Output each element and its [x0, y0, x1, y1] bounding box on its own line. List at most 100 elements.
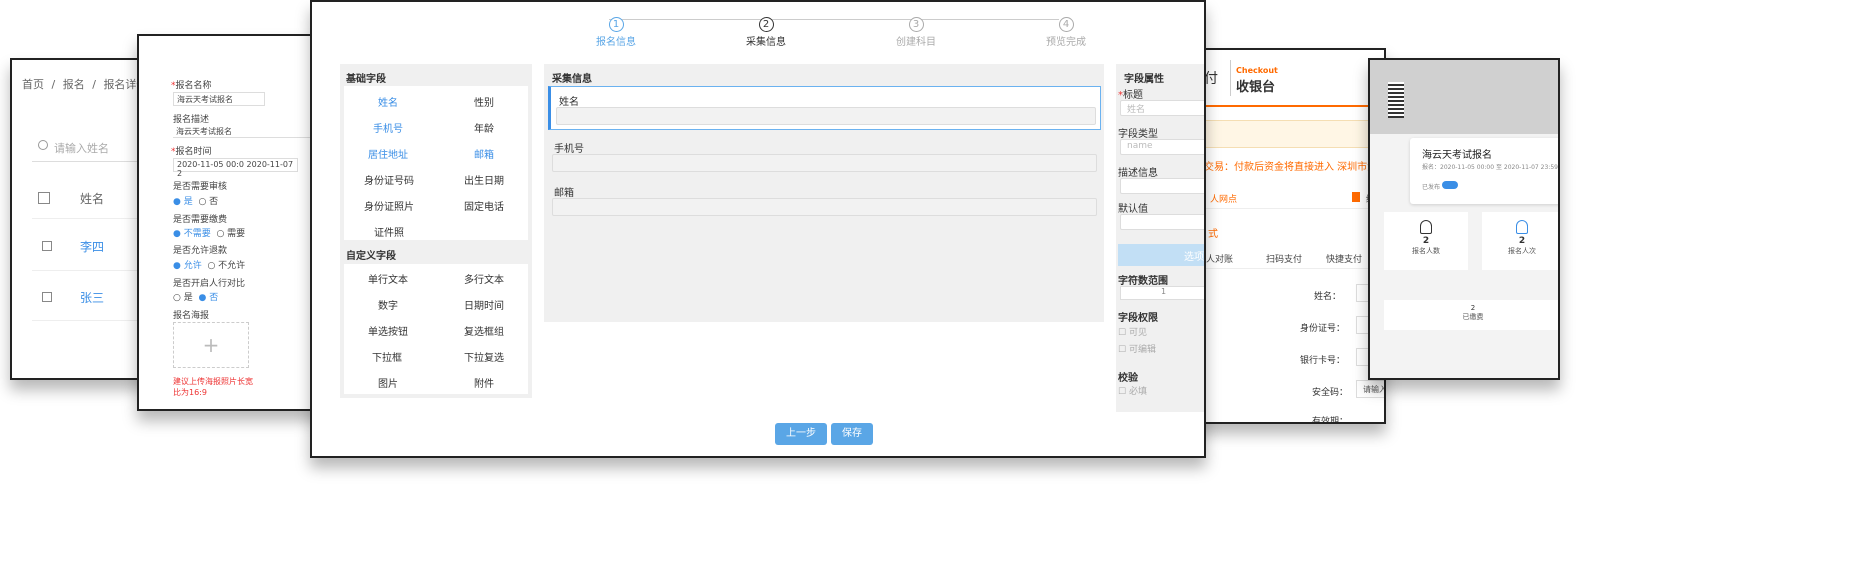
- stat-row-label: 已缴费: [1462, 313, 1484, 321]
- row-checkbox[interactable]: [42, 241, 52, 251]
- field-item[interactable]: 证件照: [374, 224, 404, 239]
- cashier-title: 收银台: [1236, 80, 1276, 95]
- event-time: 报名：2020-11-05 00:00 至 2020-11-07 23:59:5…: [1422, 164, 1560, 171]
- review-radio-group[interactable]: ● 是 ○ 否: [173, 194, 218, 207]
- poster-upload[interactable]: +: [173, 322, 249, 368]
- pay-title-partial: 付: [1204, 71, 1218, 87]
- field-item[interactable]: 身份证照片: [364, 198, 414, 213]
- stat-times-label: 报名人次: [1508, 247, 1536, 255]
- step-2[interactable]: 2 采集信息: [726, 12, 806, 48]
- step-3-label: 创建科目: [896, 37, 936, 48]
- compare-radio-group[interactable]: ○ 是 ● 否: [173, 290, 218, 303]
- search-placeholder: 请输入姓名: [54, 142, 109, 155]
- tab-quick-pay[interactable]: 快捷支付: [1326, 252, 1362, 265]
- doc-icon: [1352, 192, 1360, 202]
- pay-method-title: 式: [1208, 229, 1218, 240]
- stat-signups-value: 2: [1422, 236, 1430, 246]
- field-item[interactable]: 年龄: [474, 120, 494, 135]
- event-card[interactable]: 海云天考试报名 报名：2020-11-05 00:00 至 2020-11-07…: [1410, 138, 1560, 204]
- field-properties: 字段属性 *标题 姓名 字段类型 name 描述信息 默认值 选项 字符数范围 …: [1116, 64, 1204, 412]
- checkout-label: Checkout: [1236, 66, 1278, 75]
- card-cashier: 付 Checkout 收银台 交易：付款后资金将直接进入 深圳市金融 人网点 缴…: [1188, 48, 1386, 424]
- poster-hint: 建议上传海报照片长宽比为16:9: [173, 377, 253, 397]
- compare-label: 是否开启人行对比: [173, 279, 246, 289]
- refund-radio-group[interactable]: ● 允许 ○ 不允许: [173, 258, 245, 271]
- option-button[interactable]: 选项: [1118, 244, 1204, 266]
- row-name-link[interactable]: 张三: [80, 289, 104, 306]
- step-line: [609, 19, 1059, 20]
- publish-toggle[interactable]: [1442, 181, 1458, 189]
- prop-verify-label: 校验: [1118, 373, 1138, 384]
- stat-row-value: 2: [1470, 304, 1476, 312]
- step-3[interactable]: 3 创建科目: [876, 12, 956, 48]
- step-1[interactable]: 1 报名信息: [576, 12, 656, 48]
- prop-desc-input[interactable]: [1120, 178, 1204, 194]
- stat-signups-label: 报名人数: [1412, 247, 1440, 255]
- breadcrumb-reg[interactable]: 报名: [63, 78, 85, 91]
- prop-default-input[interactable]: [1120, 214, 1204, 230]
- field-item[interactable]: 居住地址: [368, 146, 408, 161]
- field-item[interactable]: 身份证号码: [364, 172, 414, 187]
- field-item[interactable]: 邮箱: [474, 146, 494, 161]
- field-item[interactable]: 出生日期: [464, 172, 504, 187]
- custom-field-item[interactable]: 单行文本: [368, 271, 408, 286]
- collect-area: 采集信息 姓名 手机号 邮箱: [544, 64, 1104, 322]
- custom-field-item[interactable]: 复选框组: [464, 323, 504, 338]
- prop-range-label: 字符数范围: [1118, 276, 1168, 287]
- pay-radio-group[interactable]: ● 不需要 ○ 需要: [173, 226, 245, 239]
- step-2-label: 采集信息: [746, 37, 786, 48]
- tab-reconcile[interactable]: 人对账: [1206, 252, 1233, 265]
- prop-perm-label: 字段权限: [1118, 313, 1158, 324]
- custom-field-item[interactable]: 日期时间: [464, 297, 504, 312]
- time-range-field[interactable]: 2020-11-05 00:0 2020-11-07 2: [173, 158, 298, 178]
- step-4-label: 预览完成: [1046, 37, 1086, 48]
- verify-required-checkbox[interactable]: ☐ 必填: [1118, 384, 1147, 397]
- field-item[interactable]: 姓名: [378, 94, 398, 109]
- collect-item-input[interactable]: [552, 154, 1097, 172]
- collect-item-label: 姓名: [559, 97, 579, 108]
- row-checkbox[interactable]: [42, 292, 52, 302]
- label-idcard: 身份证号：: [1300, 324, 1346, 334]
- collect-item-label: 手机号: [554, 144, 584, 155]
- tab-scan-pay[interactable]: 扫码支付: [1266, 252, 1302, 265]
- prop-type-input[interactable]: name: [1120, 139, 1204, 155]
- collect-item-input[interactable]: [552, 198, 1097, 216]
- prev-step-button[interactable]: 上一步: [775, 423, 827, 445]
- time-label: *报名时间: [171, 147, 212, 157]
- step-4[interactable]: 4 预览完成: [1026, 12, 1106, 48]
- desc-field[interactable]: 海云天考试报名: [173, 124, 323, 138]
- person-label: 人网点: [1210, 195, 1238, 205]
- custom-field-item[interactable]: 附件: [474, 375, 494, 390]
- pay-label: 是否需要缴费: [173, 215, 228, 225]
- field-palette: 基础字段 自定义字段 姓名 性别 手机号 年龄 居住地址 邮箱 身份证号码 出生…: [340, 64, 532, 398]
- custom-field-item[interactable]: 数字: [378, 297, 398, 312]
- custom-field-item[interactable]: 下拉复选: [464, 349, 504, 364]
- notice-text: 交易：付款后资金将直接进入 深圳市金融: [1204, 162, 1386, 173]
- custom-field-item[interactable]: 多行文本: [464, 271, 504, 286]
- perm-editable-checkbox[interactable]: ☐ 可编辑: [1118, 342, 1156, 355]
- field-item[interactable]: 性别: [474, 94, 494, 109]
- field-item[interactable]: 手机号: [373, 120, 403, 135]
- custom-field-item[interactable]: 下拉框: [372, 349, 402, 364]
- breadcrumb-home[interactable]: 首页: [22, 78, 44, 91]
- input-security[interactable]: 请输入: [1356, 380, 1384, 398]
- row-name-link[interactable]: 李四: [80, 238, 104, 255]
- collect-item-input[interactable]: [556, 107, 1096, 125]
- breadcrumb-sep: /: [51, 78, 56, 91]
- review-label: 是否需要审核: [173, 182, 228, 192]
- select-all-checkbox[interactable]: [38, 192, 50, 204]
- card-registration-form: *报名名称 海云天考试报名 报名描述 海云天考试报名 *报名时间 2020-11…: [137, 34, 327, 411]
- notice-bar: [1190, 120, 1384, 148]
- collect-item-selected[interactable]: 姓名: [548, 86, 1101, 130]
- field-item[interactable]: 固定电话: [464, 198, 504, 213]
- custom-field-item[interactable]: 图片: [378, 375, 398, 390]
- perm-visible-checkbox[interactable]: ☐ 可见: [1118, 325, 1147, 338]
- name-field[interactable]: 海云天考试报名: [173, 92, 265, 106]
- refund-label: 是否允许退款: [173, 246, 228, 256]
- prop-title-input[interactable]: 姓名: [1120, 100, 1204, 116]
- save-button[interactable]: 保存: [831, 423, 873, 445]
- step-1-number: 1: [608, 17, 624, 32]
- range-stepper[interactable]: 1: [1120, 286, 1204, 300]
- custom-field-item[interactable]: 单选按钮: [368, 323, 408, 338]
- step-2-number: 2: [758, 17, 774, 32]
